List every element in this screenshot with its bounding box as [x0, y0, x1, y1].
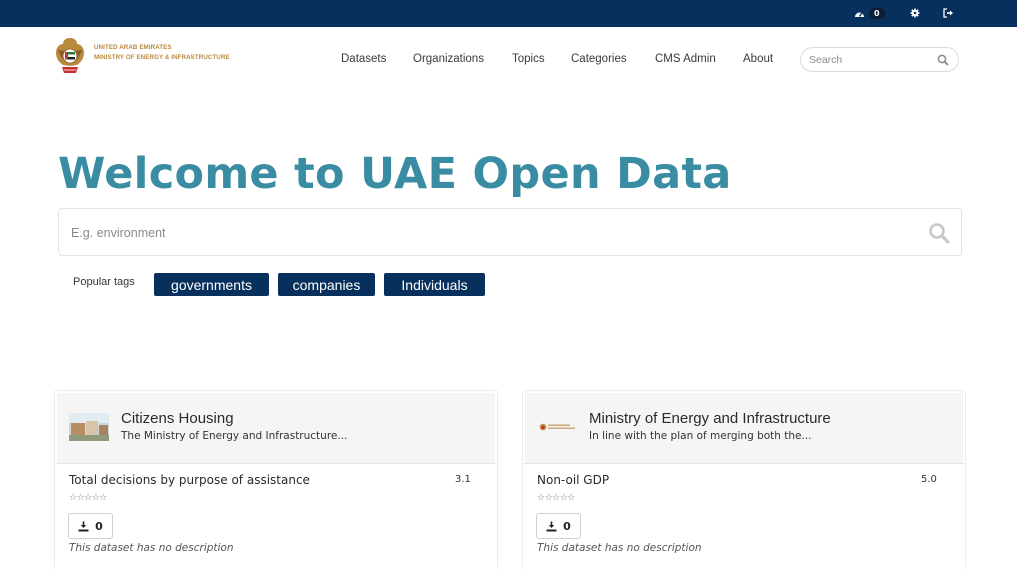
organization-title[interactable]: Citizens Housing [121, 410, 234, 427]
dashboard-count-badge: 0 [869, 7, 885, 19]
download-count: 0 [563, 519, 571, 533]
dataset-title[interactable]: Non-oil GDP [537, 473, 609, 487]
organization-thumbnail [69, 413, 109, 441]
uae-emblem-logo[interactable] [53, 35, 87, 77]
star-rating-icon[interactable]: ☆☆☆☆☆ [69, 493, 107, 503]
download-icon [546, 521, 557, 531]
tag-governments[interactable]: governments [154, 273, 269, 296]
nav-cms-admin[interactable]: CMS Admin [655, 53, 716, 65]
star-rating-icon[interactable]: ☆☆☆☆☆ [537, 493, 575, 503]
page-title: Welcome to UAE Open Data [58, 149, 732, 199]
sign-out-icon [943, 8, 953, 18]
organization-thumbnail [537, 413, 577, 441]
tag-companies[interactable]: companies [278, 273, 375, 296]
header-search [800, 47, 959, 72]
dataset-card: Citizens Housing The Ministry of Energy … [54, 390, 498, 569]
settings-link[interactable] [910, 6, 920, 20]
dataset-no-description: This dataset has no description [69, 542, 234, 554]
search-icon[interactable] [928, 222, 950, 244]
header-search-input[interactable] [809, 52, 934, 68]
nav-topics[interactable]: Topics [512, 53, 545, 65]
card-divider [55, 463, 497, 464]
organization-title[interactable]: Ministry of Energy and Infrastructure [589, 410, 831, 427]
logout-link[interactable] [943, 6, 954, 20]
search-icon[interactable] [937, 54, 949, 66]
download-icon [78, 521, 89, 531]
organization-header[interactable]: Ministry of Energy and Infrastructure In… [525, 393, 963, 463]
download-count: 0 [95, 519, 103, 533]
logo-line-ministry: MINISTRY OF ENERGY & INFRASTRUCTURE [94, 54, 230, 61]
dataset-rating: 5.0 [921, 474, 937, 485]
card-divider [523, 463, 965, 464]
tag-individuals[interactable]: Individuals [384, 273, 485, 296]
popular-tags-label: Popular tags [73, 276, 135, 288]
dashboard-icon [855, 12, 864, 17]
nav-organizations[interactable]: Organizations [413, 53, 484, 65]
dataset-search-input[interactable] [71, 223, 911, 243]
top-bar: 0 [0, 0, 1017, 27]
dataset-card: Ministry of Energy and Infrastructure In… [522, 390, 966, 569]
organization-description: In line with the plan of merging both th… [589, 430, 812, 442]
nav-categories[interactable]: Categories [571, 53, 627, 65]
dataset-no-description: This dataset has no description [537, 542, 702, 554]
nav-datasets[interactable]: Datasets [341, 53, 386, 65]
download-count-button[interactable]: 0 [68, 513, 113, 539]
organization-description: The Ministry of Energy and Infrastructur… [121, 430, 348, 442]
download-count-button[interactable]: 0 [536, 513, 581, 539]
ministry-logo-text: UNITED ARAB EMIRATES MINISTRY OF ENERGY … [94, 43, 230, 63]
gear-icon [910, 8, 920, 18]
organization-header[interactable]: Citizens Housing The Ministry of Energy … [57, 393, 495, 463]
dataset-search [58, 208, 962, 256]
dataset-rating: 3.1 [455, 474, 471, 485]
nav-about[interactable]: About [743, 53, 773, 65]
dashboard-link[interactable]: 0 [854, 6, 885, 20]
logo-line-country: UNITED ARAB EMIRATES [94, 44, 172, 51]
dataset-title[interactable]: Total decisions by purpose of assistance [69, 473, 310, 487]
